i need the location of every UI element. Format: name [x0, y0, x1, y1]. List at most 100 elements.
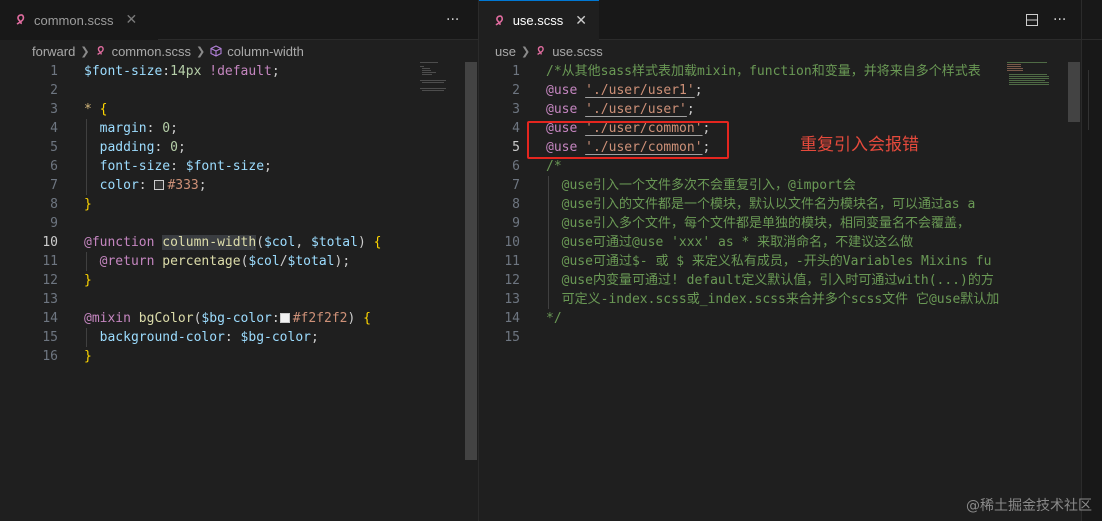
- code-text: background-color: $bg-color;: [84, 328, 319, 347]
- code-line[interactable]: 3 @use './user/user';: [479, 100, 1081, 119]
- code-line[interactable]: 8 @use引入的文件都是一个模块，默认以文件名为模块名，可以通过as a: [479, 195, 1081, 214]
- code-text: @function column-width($col, $total) {: [84, 233, 381, 252]
- line-number: 5: [50, 140, 58, 155]
- code-token: font-size: [84, 159, 171, 174]
- code-token: padding: [84, 140, 155, 155]
- breadcrumb-file-label: common.scss: [111, 43, 192, 59]
- breadcrumb-file[interactable]: use.scss: [535, 44, 603, 59]
- code-token: margin: [84, 121, 147, 136]
- code-token: ;: [177, 140, 186, 155]
- code-text: 可定义-index.scss或_index.scss来合并多个scss文件 它@…: [546, 290, 1000, 309]
- code-text: @use内变量可通过! default定义默认值，引入时可通过with(...)…: [546, 271, 994, 290]
- code-line[interactable]: 6 /*: [479, 157, 1081, 176]
- code-line[interactable]: 14 @mixin bgColor($bg-color: #f2f2f2) {: [0, 309, 478, 328]
- code-text: font-size: $font-size;: [84, 157, 272, 176]
- breadcrumb-folder[interactable]: use: [495, 44, 516, 59]
- code-line[interactable]: 2: [0, 81, 478, 100]
- line-number: 1: [512, 64, 520, 79]
- code-line[interactable]: 15: [479, 328, 1081, 347]
- color-swatch-icon[interactable]: [279, 313, 290, 323]
- line-number: 3: [50, 102, 58, 117]
- right-tab-bar: use.scss ✕ ···: [479, 0, 1081, 40]
- code-token: }: [84, 349, 92, 364]
- chevron-right-icon: ❯: [196, 44, 206, 58]
- tab-label: use.scss: [512, 13, 564, 28]
- tab-use-scss[interactable]: use.scss ✕: [479, 0, 599, 40]
- code-line[interactable]: 15 background-color: $bg-color;: [0, 328, 478, 347]
- code-token: 14px: [170, 64, 202, 79]
- code-line[interactable]: 3 * {: [0, 100, 478, 119]
- color-swatch-icon[interactable]: [154, 180, 165, 190]
- code-line[interactable]: 5 padding: 0;: [0, 138, 478, 157]
- code-line[interactable]: 7 color: #333;: [0, 176, 478, 195]
- code-line[interactable]: 12}: [0, 271, 478, 290]
- code-line[interactable]: 9: [0, 214, 478, 233]
- breadcrumb-file[interactable]: common.scss: [95, 44, 191, 59]
- more-actions-icon[interactable]: ···: [446, 0, 459, 40]
- code-text: }: [84, 271, 92, 290]
- code-line[interactable]: 1 $font-size:14px !default;: [0, 62, 478, 81]
- code-text: color: #333;: [84, 176, 207, 195]
- code-token: ;: [271, 64, 280, 79]
- code-token: @use引入一个文件多次不会重复引入，@import会: [546, 178, 856, 193]
- code-line[interactable]: 7 @use引入一个文件多次不会重复引入，@import会: [479, 176, 1081, 195]
- code-line[interactable]: 11 @use可通过$- 或 $ 来定义私有成员，-开头的Variables M…: [479, 252, 1081, 271]
- minimap[interactable]: [420, 62, 466, 102]
- code-line[interactable]: 9 @use引入多个文件，每个文件都是单独的模块，相同变量名不会覆盖，: [479, 214, 1081, 233]
- close-tab-icon[interactable]: ✕: [575, 13, 587, 29]
- indent-guide: [548, 176, 549, 309]
- code-line[interactable]: 10 @use可通过@use 'xxx' as * 来取消命名，不建议这么做: [479, 233, 1081, 252]
- code-line[interactable]: 13: [0, 290, 478, 309]
- code-token: background-color: [84, 330, 225, 345]
- code-line[interactable]: 4 margin: 0;: [0, 119, 478, 138]
- code-line[interactable]: 11 @return percentage($col/$total);: [0, 252, 478, 271]
- scrollbar-thumb[interactable]: [1068, 62, 1080, 122]
- line-number: 10: [504, 235, 520, 250]
- code-token: :: [224, 330, 241, 345]
- code-text: @use引入的文件都是一个模块，默认以文件名为模块名，可以通过as a: [546, 195, 976, 214]
- code-line[interactable]: 12 @use内变量可通过! default定义默认值，引入时可通过with(.…: [479, 271, 1081, 290]
- line-number: 16: [42, 349, 58, 364]
- line-number: 6: [512, 159, 520, 174]
- code-line[interactable]: 2 @use './user/user1';: [479, 81, 1081, 100]
- vertical-scrollbar[interactable]: [1067, 62, 1081, 521]
- code-line[interactable]: 8}: [0, 195, 478, 214]
- code-token: :: [162, 64, 171, 79]
- code-token: './user/user1': [585, 83, 695, 98]
- line-number: 13: [42, 292, 58, 307]
- code-token: ,: [295, 235, 311, 250]
- code-line[interactable]: 14 */: [479, 309, 1081, 328]
- code-token: bgColor: [138, 311, 194, 326]
- code-line[interactable]: 16}: [0, 347, 478, 366]
- code-line[interactable]: 10 @function column-width($col, $total) {: [0, 233, 478, 252]
- code-text: $font-size:14px !default;: [84, 62, 280, 81]
- code-token: column-width: [162, 235, 257, 250]
- tab-common-scss[interactable]: common.scss ✕: [0, 0, 158, 40]
- close-tab-icon[interactable]: ✕: [125, 12, 137, 28]
- code-text: @return percentage($col/$total);: [84, 252, 351, 271]
- code-token: *: [84, 102, 92, 117]
- code-editor-left[interactable]: 1 $font-size:14px !default; 2 3 * {4 margin:…: [0, 62, 478, 521]
- breadcrumb-symbol[interactable]: column-width: [210, 44, 304, 59]
- breadcrumb-folder[interactable]: forward: [32, 44, 75, 59]
- code-token: ;: [311, 330, 319, 345]
- line-number: 7: [512, 178, 520, 193]
- minimap[interactable]: [1007, 62, 1053, 102]
- code-text: @use './user/user1';: [546, 81, 703, 100]
- vertical-scrollbar[interactable]: [464, 62, 478, 521]
- code-line[interactable]: 13 可定义-index.scss或_index.scss来合并多个scss文件…: [479, 290, 1081, 309]
- code-token: ;: [198, 178, 207, 193]
- code-token: 可定义-index.scss或_index.scss来合并多个scss文件 它@…: [546, 292, 1000, 307]
- scrollbar-thumb[interactable]: [465, 62, 477, 460]
- code-token: #333: [167, 178, 199, 193]
- code-token: @use可通过$- 或 $ 来定义私有成员，-开头的Variables Mixi…: [546, 254, 992, 269]
- line-number: 11: [504, 254, 520, 269]
- split-editor-icon[interactable]: [1025, 0, 1039, 40]
- code-line[interactable]: 1 /*从其他sass样式表加载mixin，function和变量，并将来自多个样…: [479, 62, 1081, 81]
- code-token: @function: [84, 235, 155, 250]
- code-line[interactable]: 6 font-size: $font-size;: [0, 157, 478, 176]
- code-text: }: [84, 347, 92, 366]
- more-actions-icon[interactable]: ···: [1053, 0, 1066, 40]
- code-token: :: [170, 159, 186, 174]
